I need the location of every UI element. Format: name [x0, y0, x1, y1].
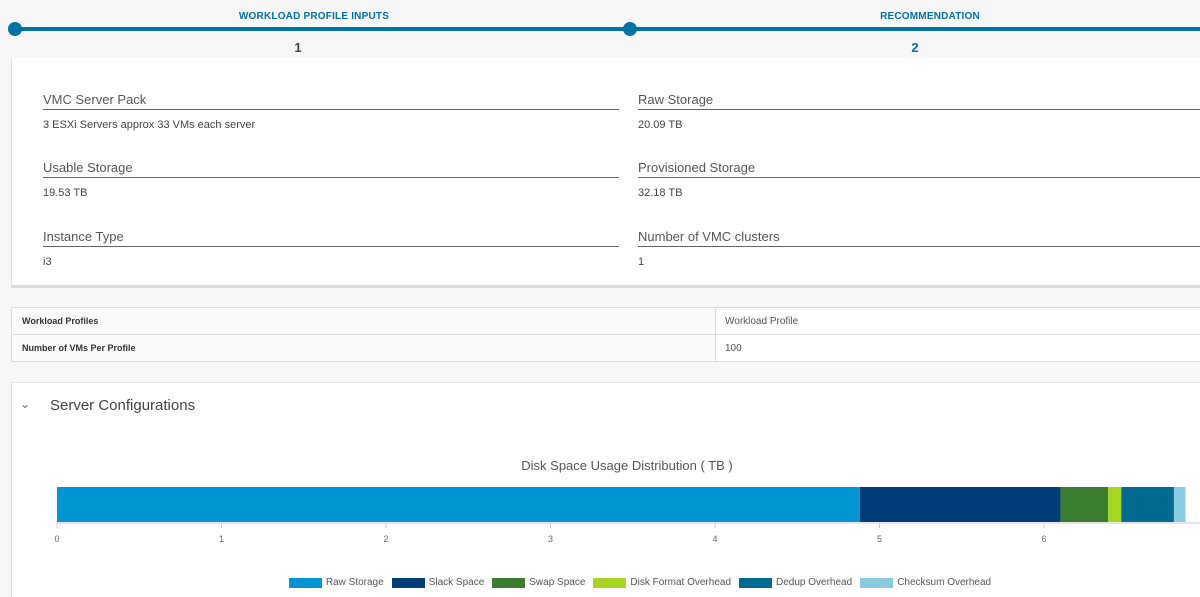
- legend-item[interactable]: Raw Storage: [288, 577, 384, 588]
- vmc-clusters-value: 1: [638, 256, 645, 268]
- bar-segment-slack-space[interactable]: [859, 487, 1061, 522]
- legend-swatch: [739, 577, 773, 588]
- server-pack-field: VMC Server Pack 3 ESXi Servers approx 33…: [43, 92, 619, 131]
- bar-segment-checksum-overhead[interactable]: [1173, 487, 1186, 522]
- server-configurations-panel: ⌄ Server Configurations Disk Space Usage…: [11, 382, 1200, 597]
- x-tick-label: 5: [877, 534, 882, 544]
- x-tick-label: 0: [54, 534, 59, 544]
- legend-swatch: [391, 577, 425, 588]
- instance-type-label: Instance Type: [43, 229, 619, 247]
- x-tick-label: 2: [383, 534, 388, 544]
- legend-label: Slack Space: [428, 577, 485, 588]
- table-row: Workload Profiles Workload Profile: [11, 307, 1200, 335]
- step-1-marker[interactable]: [8, 22, 22, 36]
- legend-label: Dedup Overhead: [776, 577, 853, 588]
- step-2-title[interactable]: RECOMMENDATION: [780, 11, 1080, 22]
- legend-item[interactable]: Disk Format Overhead: [593, 577, 731, 588]
- table-row: Number of VMs Per Profile 100: [11, 334, 1200, 362]
- legend-label: Swap Space: [529, 577, 586, 588]
- step-progress-line: [14, 27, 1200, 31]
- vms-per-profile-key: Number of VMs Per Profile: [11, 334, 716, 362]
- wizard-stepper: WORKLOAD PROFILE INPUTS RECOMMENDATION 1…: [0, 0, 1200, 58]
- legend-item[interactable]: Checksum Overhead: [860, 577, 991, 588]
- step-2-number: 2: [911, 40, 919, 55]
- bar-segment-dedup-overhead[interactable]: [1121, 487, 1174, 522]
- legend-item[interactable]: Swap Space: [492, 577, 585, 588]
- step-1-title[interactable]: WORKLOAD PROFILE INPUTS: [164, 11, 464, 22]
- legend-item[interactable]: Dedup Overhead: [739, 577, 852, 588]
- provisioned-storage-label: Provisioned Storage: [638, 160, 1200, 178]
- vmc-clusters-label: Number of VMC clusters: [638, 229, 1200, 247]
- server-pack-value: 3 ESXi Servers approx 33 VMs each server: [43, 119, 256, 131]
- bar-segment-disk-format-overhead[interactable]: [1108, 487, 1122, 522]
- vmc-clusters-field: Number of VMC clusters 1: [638, 229, 1200, 268]
- legend-swatch: [288, 577, 322, 588]
- chart-legend: Raw Storage Slack Space Swap Space Disk For…: [12, 577, 1200, 588]
- instance-type-field: Instance Type i3: [43, 229, 619, 268]
- workload-profiles-value: Workload Profile: [715, 307, 1200, 335]
- raw-storage-value: 20.09 TB: [638, 119, 683, 131]
- raw-storage-label: Raw Storage: [638, 92, 1200, 110]
- legend-label: Raw Storage: [325, 577, 384, 588]
- instance-type-value: i3: [43, 256, 52, 268]
- usable-storage-label: Usable Storage: [43, 160, 619, 178]
- usable-storage-field: Usable Storage 19.53 TB: [43, 160, 619, 199]
- vms-per-profile-value: 100: [715, 334, 1200, 362]
- x-tick-label: 3: [548, 534, 553, 544]
- provisioned-storage-field: Provisioned Storage 32.18 TB: [638, 160, 1200, 199]
- step-2-marker[interactable]: [623, 22, 637, 36]
- bar-segment-raw-storage[interactable]: [57, 487, 860, 522]
- workload-profile-table: Workload Profiles Workload Profile Numbe…: [11, 307, 1200, 362]
- usable-storage-value: 19.53 TB: [43, 187, 88, 199]
- raw-storage-field: Raw Storage 20.09 TB: [638, 92, 1200, 131]
- bar-segment-swap-space[interactable]: [1060, 487, 1109, 522]
- step-1-number: 1: [294, 40, 302, 55]
- legend-swatch: [860, 577, 894, 588]
- x-tick-label: 4: [712, 534, 717, 544]
- provisioned-storage-value: 32.18 TB: [638, 187, 683, 199]
- x-tick-label: 1: [219, 534, 224, 544]
- x-tick-label: 6: [1041, 534, 1046, 544]
- disk-usage-chart: 0 1 2 3 4 5 6: [54, 487, 1200, 544]
- recommendation-summary-card: VMC Server Pack 3 ESXi Servers approx 33…: [11, 58, 1200, 288]
- legend-item[interactable]: Slack Space: [391, 577, 485, 588]
- legend-swatch: [593, 577, 627, 588]
- legend-label: Disk Format Overhead: [630, 577, 732, 588]
- legend-label: Checksum Overhead: [897, 577, 992, 588]
- legend-swatch: [492, 577, 526, 588]
- workload-profiles-key: Workload Profiles: [11, 307, 716, 335]
- server-pack-label: VMC Server Pack: [43, 92, 619, 110]
